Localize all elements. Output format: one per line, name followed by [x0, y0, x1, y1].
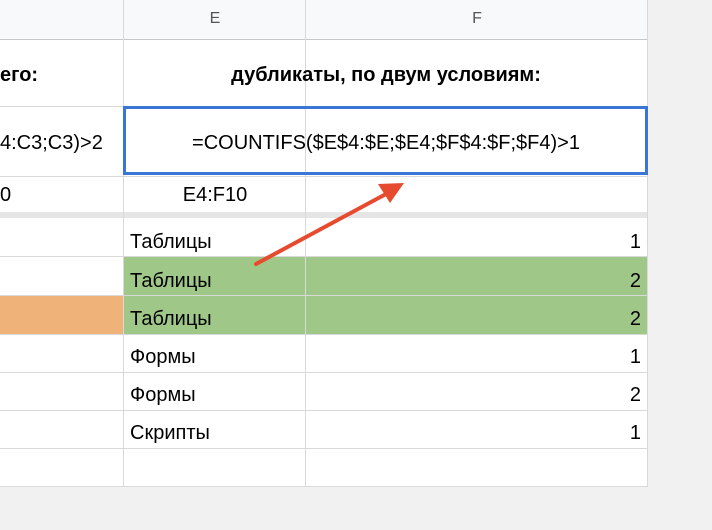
gridline-row-8: [0, 410, 648, 411]
table-row-6-f[interactable]: 1: [306, 422, 641, 445]
table-row-2-e[interactable]: Таблицы: [130, 270, 212, 293]
gridline-row-7: [0, 372, 648, 373]
table-row-5-f[interactable]: 2: [306, 384, 641, 407]
table-row-3-e[interactable]: Таблицы: [130, 308, 212, 331]
table-row-4-f[interactable]: 1: [306, 346, 641, 369]
gridline-row-10: [0, 486, 648, 487]
table-row-1-e[interactable]: Таблицы: [130, 231, 212, 254]
d-highlight-cell[interactable]: [0, 296, 124, 334]
table-row-2-f[interactable]: 2: [306, 270, 641, 293]
column-header-f[interactable]: F: [306, 10, 648, 28]
table-row-5-e[interactable]: Формы: [130, 384, 196, 407]
table-row-4-e[interactable]: Формы: [130, 346, 196, 369]
gridline-row-9: [0, 448, 648, 449]
table-row-1-f[interactable]: 1: [306, 231, 641, 254]
d-header-cell[interactable]: его:: [0, 64, 38, 87]
e-range-cell[interactable]: E4:F10: [124, 184, 306, 207]
d-formula-cell[interactable]: 4:C3;C3)>2: [0, 132, 103, 155]
frozen-row-divider: [0, 212, 648, 218]
gridline-row-2: [0, 176, 648, 177]
table-row-3-f[interactable]: 2: [306, 308, 641, 331]
ef-formula-cell: =COUNTIFS($E$4:$E;$E4;$F$4:$F;$F4)>1: [192, 132, 580, 154]
d-range-cell[interactable]: 0: [0, 184, 11, 207]
gridline-row-5: [0, 295, 648, 296]
table-row-6-e[interactable]: Скрипты: [130, 422, 210, 445]
gridline-row-6: [0, 334, 648, 335]
gridline-row-4: [0, 256, 648, 257]
column-header-e[interactable]: E: [124, 10, 306, 28]
ef-header-cell[interactable]: дубликаты, по двум условиям:: [124, 64, 648, 87]
